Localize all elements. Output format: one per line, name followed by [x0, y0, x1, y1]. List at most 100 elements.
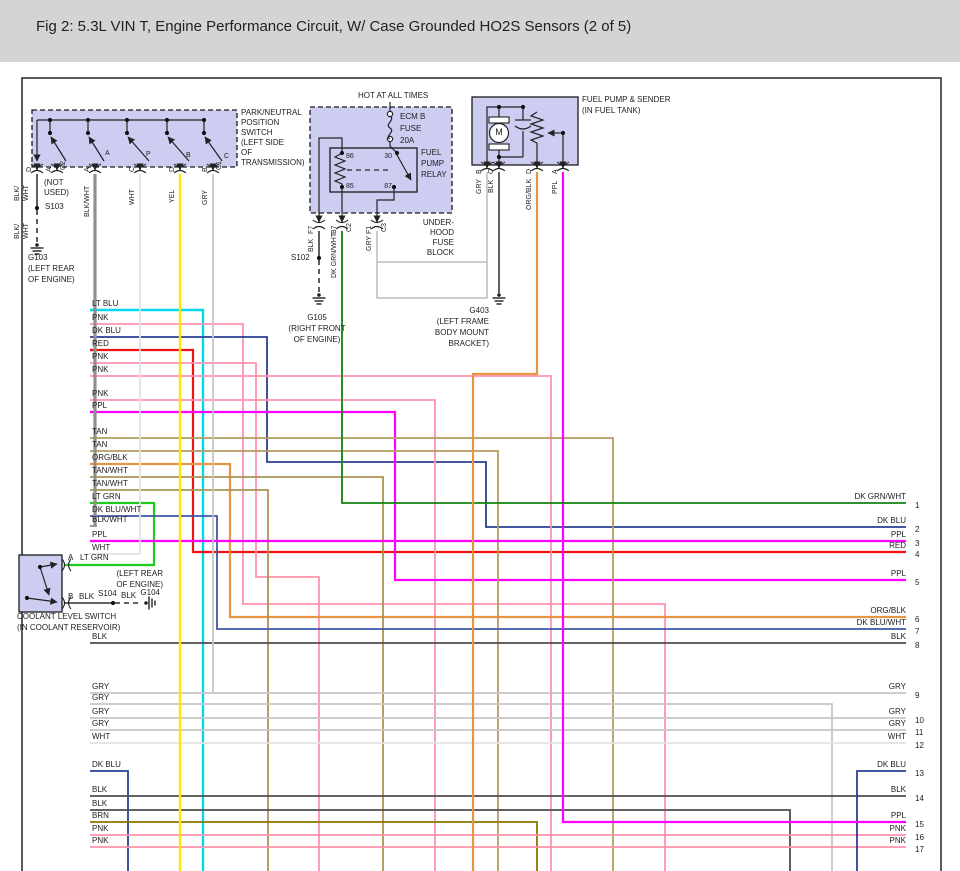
diagram-label: P	[146, 151, 151, 158]
left-wire-color-label: PNK	[92, 837, 108, 845]
left-wire-color-label: TAN	[92, 428, 107, 436]
diagram-label: BLK/WHT	[84, 186, 91, 217]
diagram-label: BODY MOUNT	[369, 329, 489, 337]
junction-dot	[125, 118, 129, 122]
left-wire-color-label: PNK	[92, 366, 108, 374]
diagram-label: B	[476, 169, 483, 174]
left-wire-color-label: PPL	[92, 402, 107, 410]
diagram-label: USED)	[44, 189, 69, 197]
left-wire-color-label: DK BLU/WHT	[92, 506, 141, 514]
left-wire-color-label: LT BLU	[92, 300, 118, 308]
left-wire-color-label: WHT	[92, 733, 110, 741]
diagram-label: C2	[346, 223, 353, 232]
junction-dot	[25, 596, 29, 600]
diagram-label: G105	[307, 314, 327, 322]
left-wire-color-label: TAN/WHT	[92, 480, 128, 488]
diagram-label: S102	[291, 254, 310, 262]
diagram-label: BLK/	[14, 186, 21, 201]
diagram-label: FUEL PUMP & SENDER	[582, 96, 670, 104]
diagram-label: OF	[241, 149, 252, 157]
motor-brush	[489, 144, 509, 150]
diagram-label: C	[224, 153, 229, 160]
diagram-label: BRACKET)	[369, 340, 489, 348]
diagram-label: (IN COOLANT RESERVOIR)	[17, 624, 120, 632]
diagram-label: WHT	[129, 189, 136, 205]
left-wire-color-label: GRY	[92, 708, 109, 716]
diagram-label: B	[68, 593, 73, 601]
left-wire-color-label: PNK	[92, 314, 108, 322]
right-wire-color-label: PPL	[786, 812, 906, 820]
ground-symbol	[313, 293, 326, 304]
diagram-label: 20A	[400, 137, 414, 145]
diagram-label: BLK/	[14, 224, 21, 239]
diagram-label: D	[169, 167, 176, 172]
junction-dot	[202, 118, 206, 122]
diagram-label: F7	[308, 226, 315, 234]
right-wire-color-label: DK BLU	[786, 517, 906, 525]
right-wire-number: 7	[915, 628, 919, 636]
junction-dot	[497, 155, 501, 159]
left-wire-color-label: DK BLU	[92, 327, 121, 335]
diagram-label: LT GRN	[80, 554, 109, 562]
left-wire-color-label: PNK	[92, 390, 108, 398]
left-wire-color-label: PPL	[92, 531, 107, 539]
left-wire-color-label: WHT	[92, 544, 110, 552]
diagram-label: YEL	[169, 190, 176, 203]
diagram-label: OF ENGINE)	[294, 336, 341, 344]
left-wire-color-label: BLK	[92, 800, 107, 808]
right-wire-color-label: GRY	[786, 708, 906, 716]
motor-brush	[489, 117, 509, 123]
right-wire-number: 6	[915, 616, 919, 624]
wire-tan	[90, 451, 498, 871]
right-wire-number: 11	[915, 729, 923, 737]
diagram-border	[22, 78, 941, 871]
diagram-label: SWITCH	[241, 129, 273, 137]
diagram-label: PUMP	[421, 160, 444, 168]
diagram-label: C1	[216, 161, 223, 170]
right-wire-number: 14	[915, 795, 924, 803]
junction-dot	[202, 131, 206, 135]
diagram-label: C	[129, 167, 136, 172]
fuse-terminal	[387, 111, 392, 116]
junction-dot	[48, 118, 52, 122]
left-wire-color-label: PNK	[92, 825, 108, 833]
diagram-label: BLOCK	[334, 249, 454, 257]
diagram-label: A	[84, 167, 91, 172]
right-wire-color-label: GRY	[786, 683, 906, 691]
diagram-label: (LEFT REAR	[28, 265, 75, 273]
junction-dot	[38, 565, 42, 569]
diagram-label: ECM B	[400, 113, 425, 121]
diagram-label: (LEFT FRAME	[369, 318, 489, 326]
right-wire-number: 16	[915, 834, 924, 842]
diagram-label: GRY	[366, 236, 373, 251]
right-wire-number: 15	[915, 821, 924, 829]
diagram-label: FUSE	[334, 239, 454, 247]
diagram-label: FUEL	[421, 149, 441, 157]
diagram-label: 30	[272, 153, 392, 160]
wire-pnk	[90, 324, 665, 871]
right-wire-color-label: DK BLU	[786, 761, 906, 769]
diagram-label: B	[186, 152, 191, 159]
left-wire-color-label: BLK	[92, 786, 107, 794]
left-wire-color-label: GRY	[92, 694, 109, 702]
diagram-label: WHT	[23, 223, 30, 239]
junction-dot	[86, 131, 90, 135]
right-wire-number: 5	[915, 579, 919, 587]
junction-dot	[48, 131, 52, 135]
left-wire-color-label: BRN	[92, 812, 109, 820]
junction-dot	[86, 118, 90, 122]
diagram-label: GRY	[202, 190, 209, 205]
left-wire-color-label: PNK	[92, 353, 108, 361]
diagram-label: WHT	[23, 185, 30, 201]
junction-dot	[317, 256, 321, 260]
diagram-label: A	[105, 150, 110, 157]
right-wire-number: 8	[915, 642, 919, 650]
right-wire-color-label: WHT	[786, 733, 906, 741]
junction-dot	[561, 131, 565, 135]
junction-dot	[165, 131, 169, 135]
right-wire-number: 17	[915, 846, 924, 854]
diagram-label: A	[68, 554, 73, 562]
diagram-label: (LEFT REAR	[43, 570, 163, 578]
diagram-label: POSITION	[241, 119, 279, 127]
wire-gry	[90, 704, 832, 871]
